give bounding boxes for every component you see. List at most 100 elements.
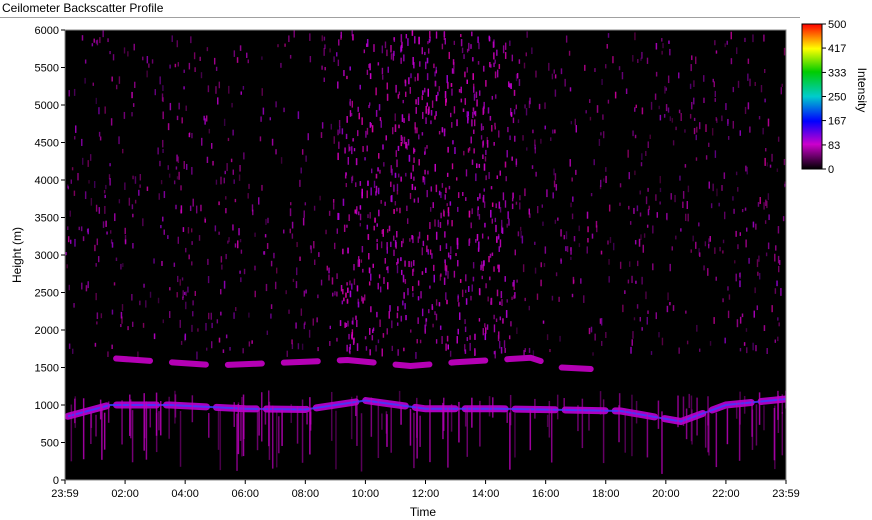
backscatter-speckle [407,38,409,46]
backscatter-speckle [393,37,395,41]
backscatter-speckle [647,310,649,314]
backscatter-speckle [590,326,593,333]
precip-streak [602,399,605,464]
x-tick-label: 14:00 [472,488,500,500]
backscatter-speckle [453,40,456,45]
precip-streak [143,393,145,451]
backscatter-speckle [540,138,542,144]
backscatter-speckle [261,56,263,60]
backscatter-speckle [543,263,546,267]
backscatter-speckle [483,65,485,72]
backscatter-speckle [112,54,115,61]
backscatter-speckle [456,177,458,181]
precip-streak [763,405,765,431]
backscatter-speckle [413,260,415,266]
x-axis: 23:59 02:00 04:00 06:00 08:00 10:00 12:00 14:00… [51,480,800,500]
backscatter-speckle [411,235,413,240]
backscatter-speckle [739,348,742,352]
backscatter-speckle [160,180,163,185]
backscatter-speckle [424,151,426,155]
backscatter-speckle [332,292,334,297]
backscatter-speckle [484,323,486,328]
backscatter-speckle [782,216,785,222]
precip-streak [419,415,421,447]
backscatter-speckle [191,324,193,332]
backscatter-speckle [205,115,208,122]
backscatter-speckle [450,112,452,118]
precip-streak [233,402,235,427]
backscatter-speckle [396,183,399,192]
backscatter-speckle [709,236,711,242]
backscatter-speckle [506,223,508,228]
precip-streak [360,413,363,472]
backscatter-speckle [417,280,420,286]
backscatter-speckle [774,339,777,343]
backscatter-speckle [403,347,405,352]
backscatter-speckle [115,257,118,262]
backscatter-speckle [471,31,473,37]
backscatter-speckle [247,193,249,199]
backscatter-speckle [109,163,111,167]
backscatter-speckle [535,171,537,177]
backscatter-speckle [671,246,673,251]
backscatter-speckle [189,205,192,212]
precip-streak [70,404,73,462]
y-tick-label: 2000 [35,325,59,337]
backscatter-speckle [587,226,589,233]
backscatter-speckle [412,286,414,292]
backscatter-speckle [362,268,364,273]
backscatter-speckle [132,321,134,327]
backscatter-speckle [477,197,479,201]
backscatter-speckle [765,148,767,152]
backscatter-speckle [159,160,161,167]
backscatter-speckle [240,91,242,95]
backscatter-speckle [749,126,751,133]
backscatter-speckle [766,162,769,167]
backscatter-speckle [733,208,735,214]
backscatter-speckle [600,179,602,187]
backscatter-speckle [114,213,116,222]
backscatter-speckle [337,152,339,161]
backscatter-speckle [183,86,185,90]
backscatter-speckle [403,136,406,145]
colorbar: 500417333250167830 Intensity [801,19,869,176]
backscatter-speckle [495,203,497,209]
backscatter-speckle [641,276,643,285]
backscatter-speckle [465,298,468,305]
backscatter-speckle [191,166,193,175]
backscatter-speckle [320,279,323,286]
backscatter-speckle [214,225,217,232]
backscatter-speckle [277,44,279,48]
backscatter-speckle [317,347,319,352]
backscatter-speckle [356,319,358,328]
backscatter-speckle [336,337,338,342]
backscatter-speckle [369,102,371,106]
backscatter-speckle [326,265,328,271]
backscatter-speckle [612,242,615,251]
backscatter-speckle [745,328,748,332]
backscatter-speckle [715,117,717,121]
backscatter-speckle [93,181,96,188]
backscatter-speckle [711,128,714,136]
backscatter-speckle [433,264,435,271]
backscatter-speckle [387,66,389,73]
backscatter-speckle [303,323,306,330]
backscatter-speckle [94,342,97,347]
backscatter-speckle [727,286,729,291]
backscatter-speckle [757,202,760,207]
backscatter-speckle [71,167,74,171]
backscatter-speckle [124,239,127,245]
backscatter-speckle [407,139,410,146]
backscatter-speckle [735,47,738,55]
backscatter-speckle [471,284,473,292]
backscatter-speckle [641,107,644,115]
backscatter-speckle [127,51,129,57]
backscatter-speckle [640,162,643,167]
backscatter-speckle [754,81,756,86]
backscatter-speckle [502,192,505,201]
backscatter-speckle [472,111,474,118]
backscatter-speckle [470,44,472,49]
backscatter-speckle [713,317,715,324]
backscatter-speckle [176,40,178,48]
backscatter-speckle [600,132,602,136]
